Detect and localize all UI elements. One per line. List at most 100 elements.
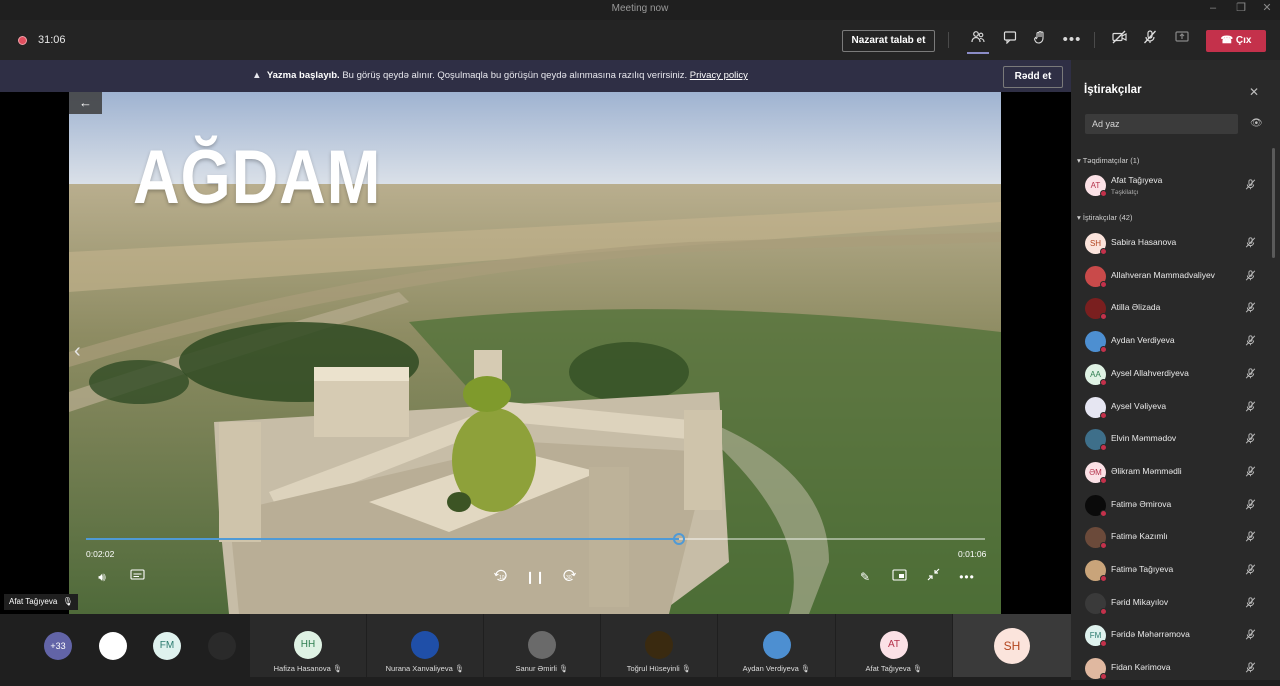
video-tile[interactable]: Aydan Verdiyeva 🎙︎ xyxy=(718,614,835,677)
mic-off-icon[interactable] xyxy=(1245,531,1256,545)
chat-icon[interactable] xyxy=(999,30,1021,50)
participant-row[interactable]: Fərid Mikayılov xyxy=(1071,588,1271,621)
participant-row[interactable]: AA Aysel Allahverdiyeva xyxy=(1071,359,1271,392)
video-tile[interactable]: AT Afat Tağıyeva 🎙︎ xyxy=(836,614,952,677)
more-options-icon[interactable]: ••• xyxy=(1061,30,1083,50)
hide-icon[interactable]: 👁︎ xyxy=(1250,118,1263,129)
participant-row[interactable]: Fidan Kərimova xyxy=(1071,653,1271,686)
video-more-icon[interactable]: ••• xyxy=(957,568,977,586)
mic-off-icon[interactable] xyxy=(1245,179,1256,193)
participant-avatar[interactable]: FM xyxy=(153,632,181,660)
camera-off-icon[interactable] xyxy=(1108,30,1130,50)
participant-name: Aysel Allahverdiyeva xyxy=(1111,367,1189,378)
close-window-icon[interactable]: ✕ xyxy=(1252,0,1280,18)
presence-status-icon xyxy=(1100,313,1107,321)
recording-notice: ▲ Yazma başlayıb. Bu görüş qeydə alınır.… xyxy=(0,70,1000,81)
mic-off-icon[interactable] xyxy=(1245,270,1256,284)
annotate-pen-icon[interactable]: ✎ xyxy=(855,568,875,586)
participant-name: Fərid Mikayılov xyxy=(1111,596,1169,607)
tile-avatar: HH xyxy=(294,631,322,659)
presenters-section-label: Təqdimatçılar (1) xyxy=(1082,156,1140,165)
picture-in-picture-icon[interactable] xyxy=(889,568,909,586)
share-screen-icon[interactable] xyxy=(1171,30,1193,50)
video-tile[interactable]: HH Hafiza Hasanova 🎙︎ xyxy=(250,614,366,677)
mic-off-icon[interactable] xyxy=(1139,30,1161,50)
participant-row[interactable]: FM Fəridə Məhərrəmova xyxy=(1071,620,1271,653)
dismiss-banner-button[interactable]: Rədd et xyxy=(1003,66,1063,88)
mic-off-icon[interactable] xyxy=(1245,662,1256,676)
privacy-policy-link[interactable]: Privacy policy xyxy=(690,70,748,81)
rewind-10-icon[interactable]: 10 xyxy=(491,568,511,586)
mic-off-icon: 🎙︎ xyxy=(679,664,692,673)
tile-name: Sanur Əmirli 🎙︎ xyxy=(515,664,569,673)
presenters-section-header[interactable]: ▾ Təqdimatçılar (1) xyxy=(1077,156,1139,165)
raise-hand-icon[interactable] xyxy=(1029,30,1051,50)
participant-row[interactable]: Aysel Vəliyeva xyxy=(1071,392,1271,425)
participant-name: Aysel Vəliyeva xyxy=(1111,400,1167,411)
participant-avatar[interactable] xyxy=(99,632,127,660)
tile-avatar xyxy=(762,631,791,659)
participant-row[interactable]: SH Sabira Hasanova xyxy=(1071,228,1271,261)
mic-off-icon[interactable] xyxy=(1245,498,1256,513)
back-arrow-icon[interactable]: ← xyxy=(69,92,102,114)
participant-row[interactable]: Atilla Əlizada xyxy=(1071,293,1271,326)
attendees-section-header[interactable]: ▾ İştirakçılar (42) xyxy=(1077,213,1132,222)
video-tile[interactable]: Nurana Xanvaliyeva 🎙︎ xyxy=(367,614,483,677)
request-control-button[interactable]: Nazarat talab et xyxy=(842,30,935,52)
participant-name: Fatimə Tağıyeva xyxy=(1111,564,1174,574)
participant-row[interactable]: Allahveran Mammadvaliyev xyxy=(1071,261,1271,294)
presence-status-icon xyxy=(1100,378,1107,386)
mic-off-icon[interactable] xyxy=(1245,400,1256,415)
participant-row[interactable]: Fatimə Kazımlı xyxy=(1071,522,1271,555)
tile-name: Toğrul Hüseyinli 🎙︎ xyxy=(626,664,692,673)
participant-row[interactable]: Fatimə Əmirova xyxy=(1071,490,1271,523)
participant-name: Aydan Verdiyeva xyxy=(1111,335,1175,346)
video-remaining-time: 0:01:06 xyxy=(958,549,987,559)
mic-off-icon[interactable] xyxy=(1245,302,1256,316)
participant-row[interactable]: Elvin Məmmədov xyxy=(1071,424,1271,457)
participant-row[interactable]: AT Afat Tağıyeva Təşkilatçı xyxy=(1071,170,1271,203)
minimize-icon[interactable]: – xyxy=(1198,0,1228,18)
pause-icon[interactable]: ❙❙ xyxy=(525,568,545,586)
mic-off-icon[interactable] xyxy=(1245,433,1256,447)
video-tile[interactable]: Sanur Əmirli 🎙︎ xyxy=(484,614,600,677)
video-tile[interactable]: Toğrul Hüseyinli 🎙︎ xyxy=(601,614,717,677)
mic-off-icon[interactable] xyxy=(1245,597,1256,611)
tile-avatar: AT xyxy=(880,631,908,659)
participants-icon[interactable] xyxy=(967,30,989,50)
window-title: Meeting now xyxy=(611,3,669,14)
video-tile[interactable]: SH xyxy=(953,614,1071,677)
tile-name: Nurana Xanvaliyeva 🎙︎ xyxy=(385,664,465,673)
captions-icon[interactable] xyxy=(127,568,147,586)
participant-search-input[interactable] xyxy=(1085,114,1238,134)
panel-scrollbar[interactable] xyxy=(1272,148,1275,258)
shared-video[interactable]: AĞDAM xyxy=(69,92,1001,614)
mic-off-icon[interactable] xyxy=(1245,564,1256,578)
volume-icon[interactable]: 🔊︎ xyxy=(92,568,112,586)
chevron-left-icon[interactable]: ‹ xyxy=(74,340,81,363)
collapse-icon[interactable] xyxy=(923,568,943,586)
participant-avatar[interactable] xyxy=(208,632,236,660)
leave-button[interactable]: ☎ Çıx xyxy=(1206,30,1266,52)
presence-status-icon xyxy=(1100,542,1107,550)
video-progress-bar[interactable] xyxy=(86,533,985,545)
close-panel-icon[interactable]: ✕ xyxy=(1249,85,1259,99)
leave-label: Çıx xyxy=(1235,35,1252,46)
tile-avatar xyxy=(411,631,439,659)
mic-off-icon[interactable] xyxy=(1245,368,1256,382)
participant-name: Elvin Məmmədov xyxy=(1111,433,1177,444)
more-participants-badge[interactable]: +33 xyxy=(44,632,72,660)
presence-status-icon xyxy=(1100,280,1107,288)
participant-row[interactable]: Fatimə Tağıyeva xyxy=(1071,555,1271,588)
recording-notice-title: Yazma başlayıb. xyxy=(266,70,340,81)
forward-30-icon[interactable]: 30 xyxy=(559,568,579,586)
mic-off-icon[interactable] xyxy=(1245,237,1256,251)
mic-off-icon[interactable] xyxy=(1245,466,1256,480)
presence-status-icon xyxy=(1100,673,1107,681)
mic-off-icon[interactable] xyxy=(1245,629,1256,643)
participant-row[interactable]: Aydan Verdiyeva xyxy=(1071,326,1271,359)
mic-off-icon[interactable] xyxy=(1245,335,1256,349)
presence-status-icon xyxy=(1100,607,1107,615)
presence-status-icon xyxy=(1100,411,1107,419)
participant-row[interactable]: ƏM Əlikram Məmmədli xyxy=(1071,457,1271,490)
